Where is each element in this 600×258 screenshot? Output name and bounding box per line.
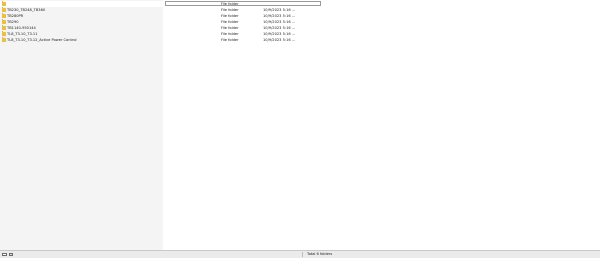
- status-bar: Total 6 folders: [0, 250, 600, 258]
- file-list[interactable]: File folder TB230_TB248_TB360 File folde…: [0, 0, 600, 250]
- status-summary: Total 6 folders: [307, 252, 333, 256]
- folder-icon: [1, 25, 6, 30]
- list-item[interactable]: TL8_T3.10_T3.12_Active Power Control Fil…: [0, 37, 600, 43]
- file-type: File folder: [221, 38, 239, 42]
- folder-icon: [1, 1, 6, 6]
- view-toggles: [2, 251, 13, 258]
- file-date: 10/9/2023 5:16 ...: [263, 38, 296, 42]
- file-name: TL8_T3.10_T3.12_Active Power Control: [7, 38, 77, 42]
- details-view-icon[interactable]: [9, 252, 13, 257]
- folder-icon: [1, 13, 6, 18]
- folder-icon: [1, 7, 6, 12]
- folder-icon: [1, 19, 6, 24]
- file-manager-window: File folder TB230_TB248_TB360 File folde…: [0, 0, 600, 258]
- folder-icon: [1, 31, 6, 36]
- list-view-icon[interactable]: [2, 252, 7, 257]
- focus-rectangle: [165, 1, 321, 6]
- folder-icon: [1, 37, 6, 42]
- status-divider: [302, 252, 303, 257]
